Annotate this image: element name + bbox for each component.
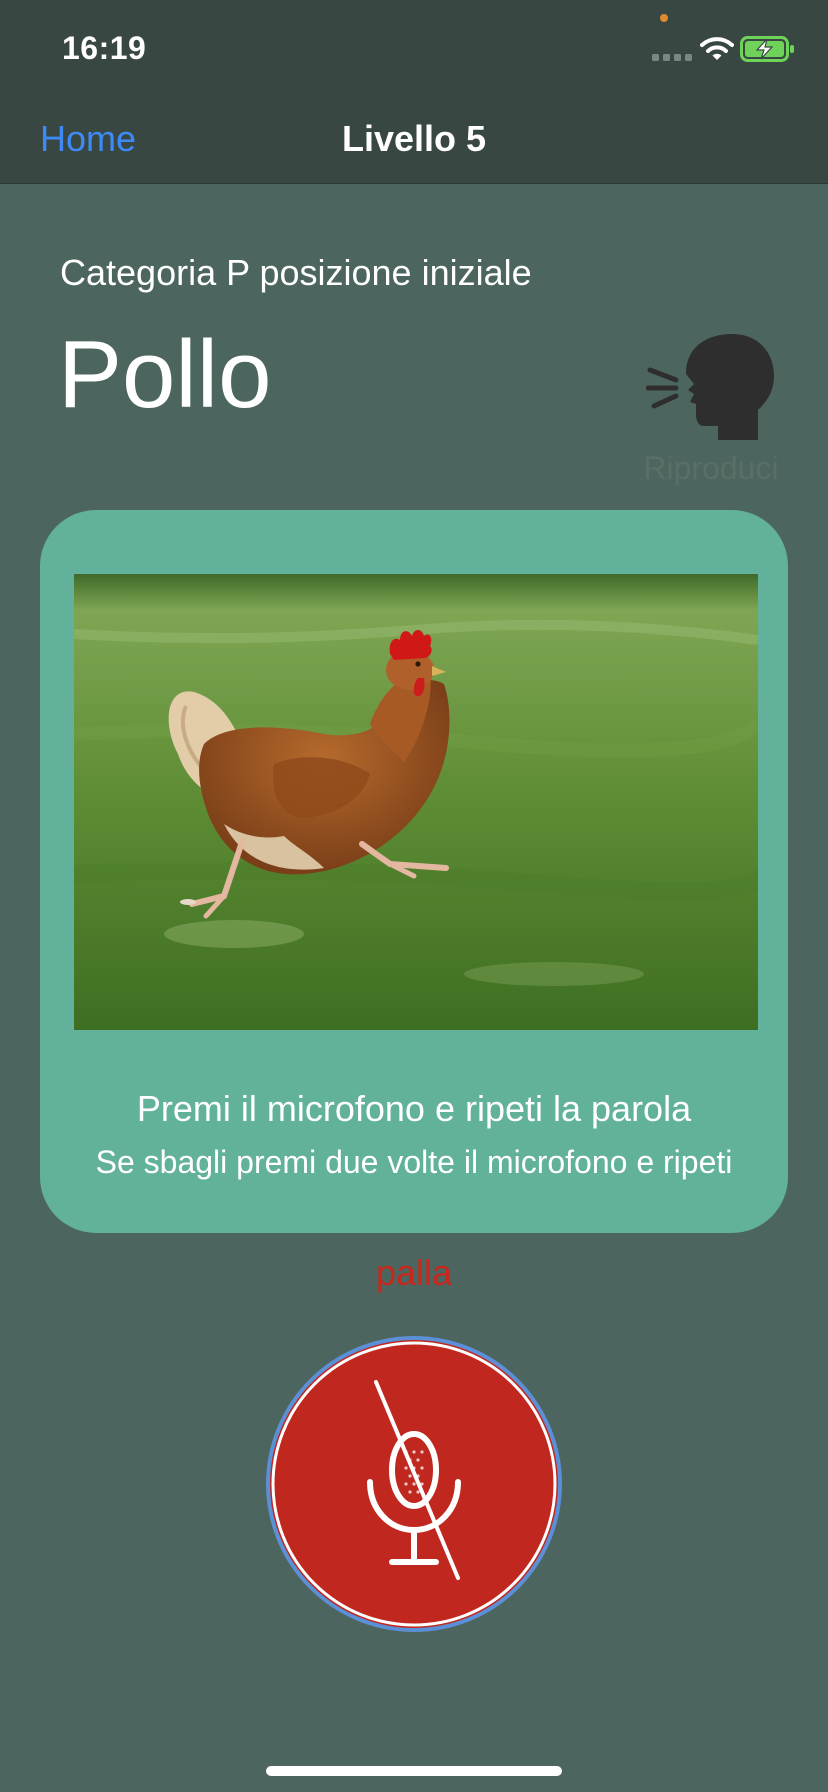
home-indicator[interactable] (266, 1766, 562, 1776)
play-pronunciation-label: Riproduci (643, 450, 779, 486)
instruction-primary: Premi il microfono e ripeti la parola (136, 1088, 692, 1129)
microphone-button[interactable] (264, 1334, 564, 1634)
category-label: Categoria P posizione iniziale (60, 252, 532, 293)
cellular-signal-icon (652, 54, 692, 61)
target-word: Pollo (58, 321, 272, 428)
status-time: 16:19 (62, 30, 147, 66)
battery-charging-icon (740, 36, 794, 62)
recognized-speech-text: palla (375, 1252, 453, 1293)
play-pronunciation-button[interactable]: Riproduci (636, 322, 786, 492)
status-bar: 16:19 (0, 0, 828, 92)
navigation-bar: Livello 5 Home (0, 92, 828, 184)
instruction-secondary: Se sbagli premi due volte il microfono e… (95, 1144, 733, 1180)
home-back-button[interactable]: Home (40, 118, 136, 160)
chicken-image (74, 574, 758, 1030)
privacy-indicator-dot (660, 14, 668, 22)
word-card: Premi il microfono e ripeti la parola Se… (40, 510, 788, 1233)
speaking-head-icon (646, 334, 774, 440)
wifi-icon (700, 37, 734, 60)
